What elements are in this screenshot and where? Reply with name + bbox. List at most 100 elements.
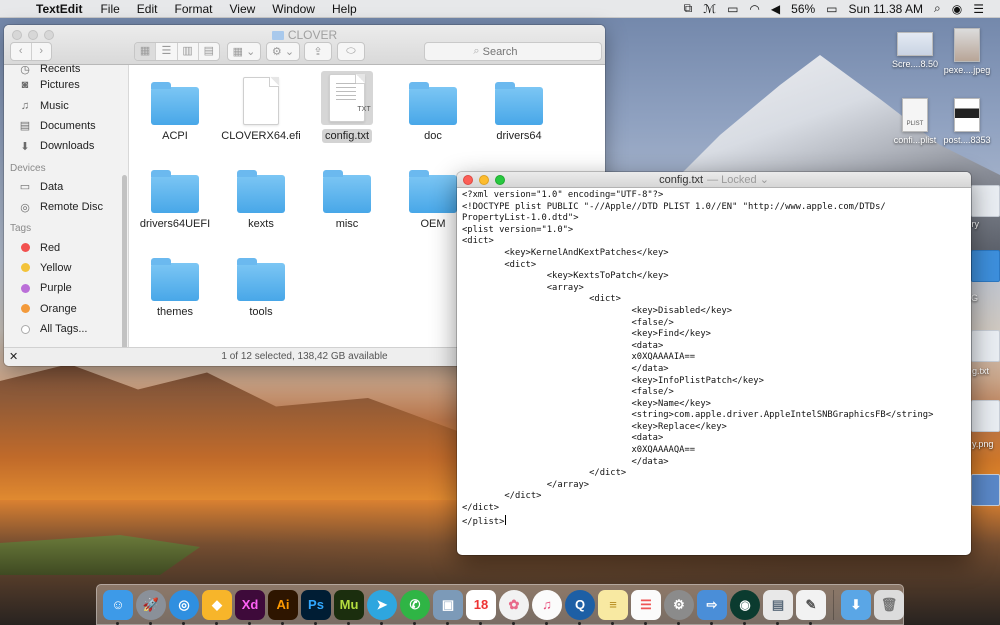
minimize-button[interactable] bbox=[479, 175, 489, 185]
text-editor[interactable]: <?xml version="1.0" encoding="UTF-8"?> <!… bbox=[457, 188, 971, 555]
dock-finder-icon[interactable]: ☺ bbox=[103, 589, 133, 625]
text-line[interactable]: <key>KextsToPatch</key> bbox=[462, 271, 966, 283]
document-title[interactable]: config.txt bbox=[659, 174, 703, 186]
dock-whatsapp-icon[interactable]: ✆ bbox=[400, 589, 430, 625]
menu-edit[interactable]: Edit bbox=[137, 2, 158, 16]
ink-icon[interactable]: ℳ bbox=[703, 2, 716, 16]
zoom-button[interactable] bbox=[495, 175, 505, 185]
list-view-icon[interactable]: ☰ bbox=[156, 43, 178, 60]
text-line[interactable]: </dict> bbox=[462, 468, 966, 480]
wifi-icon[interactable]: ◠ bbox=[749, 2, 759, 16]
sidebar-item-data[interactable]: ▭ Data bbox=[4, 177, 128, 197]
desktop-item-jpeg[interactable]: pexe....jpeg bbox=[932, 28, 1000, 75]
text-line[interactable]: <dict> bbox=[462, 260, 966, 272]
text-line[interactable]: </data> bbox=[462, 457, 966, 469]
text-line[interactable]: <plist version="1.0"> bbox=[462, 225, 966, 237]
sidebar-item-documents[interactable]: ▤ Documents bbox=[4, 116, 128, 136]
close-path-icon[interactable]: ✕ bbox=[9, 348, 18, 366]
text-line[interactable]: x0XQAAAAQA== bbox=[462, 445, 966, 457]
text-line[interactable]: <?xml version="1.0" encoding="UTF-8"?> bbox=[462, 190, 966, 202]
siri-icon[interactable]: ◉ bbox=[952, 2, 962, 16]
share-button[interactable]: ⇪ bbox=[304, 42, 332, 61]
dock-reminders-icon[interactable]: ☰ bbox=[631, 589, 661, 625]
dock-preview-icon[interactable]: ▣ bbox=[433, 589, 463, 625]
text-line[interactable]: <key>Replace</key> bbox=[462, 422, 966, 434]
file-item[interactable]: misc bbox=[304, 159, 390, 231]
text-line[interactable]: <dict> bbox=[462, 236, 966, 248]
text-line[interactable]: <key>InfoPlistPatch</key> bbox=[462, 376, 966, 388]
desktop-item-partial[interactable] bbox=[971, 400, 1000, 432]
gallery-view-icon[interactable]: ▤ bbox=[199, 43, 219, 60]
clock[interactable]: Sun 11.38 AM bbox=[849, 2, 924, 16]
sidebar-item-tag-orange[interactable]: Orange bbox=[4, 299, 128, 319]
desktop-item-post[interactable]: post....8353 bbox=[932, 98, 1000, 145]
textedit-titlebar[interactable]: config.txt — Locked ⌄ bbox=[457, 172, 971, 188]
text-line[interactable]: <key>Name</key> bbox=[462, 399, 966, 411]
text-line[interactable]: x0XQAAAAIA== bbox=[462, 352, 966, 364]
dock-system-preferences-icon[interactable]: ⚙ bbox=[664, 589, 694, 625]
forward-button[interactable]: › bbox=[32, 43, 52, 60]
text-line[interactable]: </dict> bbox=[462, 491, 966, 503]
tv-icon[interactable]: ▭ bbox=[727, 2, 738, 16]
sidebar-item-tag-red[interactable]: Red bbox=[4, 237, 128, 257]
spotlight-icon[interactable]: ⌕ bbox=[934, 1, 941, 16]
dock-trash-icon[interactable]: 🗑 bbox=[874, 589, 904, 620]
dock-notes-icon[interactable]: ≡ bbox=[598, 589, 628, 625]
menu-format[interactable]: Format bbox=[174, 2, 212, 16]
sidebar-item-tag-yellow[interactable]: Yellow bbox=[4, 258, 128, 278]
desktop-item-partial[interactable] bbox=[971, 474, 1000, 506]
menu-window[interactable]: Window bbox=[272, 2, 315, 16]
text-line[interactable]: PropertyList-1.0.dtd"> bbox=[462, 213, 966, 225]
dock-muse-icon[interactable]: Mu bbox=[334, 589, 364, 625]
file-item[interactable]: themes bbox=[132, 247, 218, 319]
file-item[interactable]: ACPI bbox=[132, 71, 218, 143]
file-item[interactable]: tools bbox=[218, 247, 304, 319]
sidebar-item-recents[interactable]: ◷ Recents bbox=[4, 63, 128, 76]
dock-safari-icon[interactable]: ◎ bbox=[169, 589, 199, 625]
dock-finder-window-icon[interactable]: ▤ bbox=[763, 589, 793, 625]
sidebar-item-music[interactable]: ♫ Music bbox=[4, 95, 128, 115]
text-line[interactable]: <!DOCTYPE plist PUBLIC "-//Apple//DTD PL… bbox=[462, 202, 966, 214]
dock-photos-icon[interactable]: ✿ bbox=[499, 589, 529, 625]
screen-mirror-icon[interactable]: ⧉ bbox=[684, 1, 693, 16]
text-line[interactable]: <key>KernelAndKextPatches</key> bbox=[462, 248, 966, 260]
dock-migration-icon[interactable]: ⇨ bbox=[697, 589, 727, 625]
dock-itunes-icon[interactable]: ♫ bbox=[532, 589, 562, 625]
locked-indicator[interactable]: — Locked ⌄ bbox=[707, 174, 769, 186]
dock-clean-my-mac-icon[interactable]: ◉ bbox=[730, 589, 760, 625]
text-line[interactable]: <array> bbox=[462, 283, 966, 295]
sidebar-item-tag-purple[interactable]: Purple bbox=[4, 278, 128, 298]
dock-textedit-icon[interactable]: ✎ bbox=[796, 589, 826, 625]
text-line[interactable]: <key>Find</key> bbox=[462, 329, 966, 341]
menu-view[interactable]: View bbox=[230, 2, 256, 16]
app-menu[interactable]: TextEdit bbox=[36, 2, 82, 16]
dock-calendar-icon[interactable]: 18 bbox=[466, 589, 496, 625]
desktop-item-partial[interactable] bbox=[971, 185, 1000, 217]
notification-center-icon[interactable]: ☰ bbox=[973, 2, 984, 16]
text-line[interactable]: <key>Disabled</key> bbox=[462, 306, 966, 318]
text-line[interactable]: <false/> bbox=[462, 318, 966, 330]
dock-launchpad-icon[interactable]: 🚀 bbox=[136, 589, 166, 625]
back-button[interactable]: ‹ bbox=[11, 43, 32, 60]
desktop-item-partial-folder[interactable] bbox=[971, 250, 1000, 282]
dock-downloads-stack-icon[interactable]: ⬇ bbox=[841, 589, 871, 620]
icon-view-icon[interactable]: ▦ bbox=[135, 43, 157, 60]
desktop-item-partial[interactable] bbox=[971, 330, 1000, 362]
text-line[interactable]: </array> bbox=[462, 480, 966, 492]
sidebar-item-pictures[interactable]: ◙ Pictures bbox=[4, 75, 128, 95]
dock-sketch-icon[interactable]: ◆ bbox=[202, 589, 232, 625]
text-line[interactable]: <data> bbox=[462, 433, 966, 445]
text-line[interactable]: </plist> bbox=[462, 514, 966, 529]
text-line[interactable]: </dict> bbox=[462, 503, 966, 515]
menu-file[interactable]: File bbox=[100, 2, 119, 16]
action-button[interactable]: ⚙ ⌄ bbox=[266, 42, 300, 61]
file-item[interactable]: kexts bbox=[218, 159, 304, 231]
tags-button[interactable]: ⬭ bbox=[337, 42, 365, 61]
text-line[interactable]: <dict> bbox=[462, 294, 966, 306]
dock-photoshop-icon[interactable]: Ps bbox=[301, 589, 331, 625]
file-item[interactable]: drivers64UEFI bbox=[132, 159, 218, 231]
sidebar-scrollbar[interactable] bbox=[122, 175, 127, 366]
text-line[interactable]: <data> bbox=[462, 341, 966, 353]
dock-xd-icon[interactable]: Xd bbox=[235, 589, 265, 625]
menu-help[interactable]: Help bbox=[332, 2, 357, 16]
